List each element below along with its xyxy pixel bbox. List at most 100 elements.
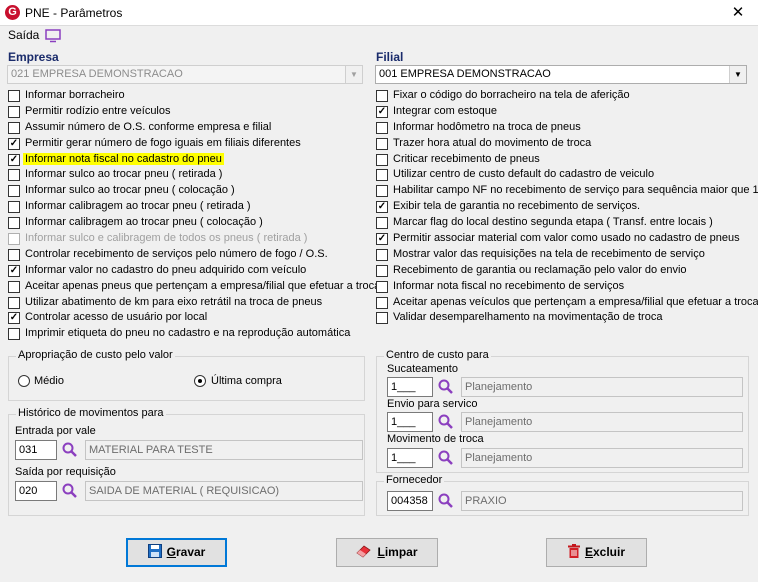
checkbox-label: Permitir associar material com valor com… <box>393 232 740 245</box>
monitor-icon[interactable] <box>45 29 61 43</box>
checkbox[interactable] <box>376 169 388 182</box>
chevron-down-icon[interactable]: ▼ <box>729 66 746 83</box>
empresa-select[interactable]: 021 EMPRESA DEMONSTRACAO ▼ <box>7 65 363 84</box>
checkbox[interactable]: ✓ <box>376 233 388 246</box>
checkbox <box>8 233 20 246</box>
entrada-code-input[interactable]: 031 <box>15 440 57 460</box>
checkbox[interactable] <box>376 296 388 309</box>
checkbox-row-informar-valor-no-cadastro-do-pneu-adqui[interactable]: ✓ Informar valor no cadastro do pneu adqu… <box>8 263 373 279</box>
checkbox-row-aceitar-apenas-pneus-que-pertencam-a-emp[interactable]: Aceitar apenas pneus que pertençam a emp… <box>8 279 380 295</box>
trash-icon <box>567 544 580 559</box>
checkbox-label: Informar sulco ao trocar pneu ( colocaçã… <box>25 184 235 197</box>
close-button[interactable]: ✕ <box>718 0 758 26</box>
checkbox-row-fixar-o-codigo-do-borracheiro-na-tela-de[interactable]: Fixar o código do borracheiro na tela de… <box>376 88 754 104</box>
delete-button[interactable]: Excluir <box>546 538 647 567</box>
checkbox[interactable] <box>8 105 20 118</box>
checkbox[interactable]: ✓ <box>376 105 388 118</box>
menu-exit[interactable]: Saída <box>8 28 39 42</box>
checkbox[interactable] <box>8 296 20 309</box>
checkbox[interactable] <box>376 248 388 261</box>
checkbox-label: Assumir número de O.S. conforme empresa … <box>25 120 272 133</box>
checkbox-row-habilitar-campo-nf-no-recebimento-de-ser[interactable]: Habilitar campo NF no recebimento de ser… <box>376 183 758 199</box>
checkbox[interactable] <box>376 312 388 325</box>
radio-medio-label: Médio <box>34 375 64 387</box>
checkbox-row-trazer-hora-atual-do-movimento-de-troca[interactable]: Trazer hora atual do movimento de troca <box>376 136 754 152</box>
checkbox-row-informar-nota-fiscal-no-recebimento-de-s[interactable]: Informar nota fiscal no recebimento de s… <box>376 279 754 295</box>
checkbox-row-informar-calibragem-ao-trocar-pneu-retir[interactable]: Informar calibragem ao trocar pneu ( ret… <box>8 199 373 215</box>
checkbox-label: Informar calibragem ao trocar pneu ( ret… <box>25 200 251 213</box>
checkbox-label: Informar nota fiscal no cadastro do pneu <box>23 152 224 165</box>
search-icon[interactable] <box>437 413 455 431</box>
checkbox[interactable] <box>8 169 20 182</box>
checkbox-row-informar-sulco-ao-trocar-pneu-colocacao[interactable]: Informar sulco ao trocar pneu ( colocaçã… <box>8 183 373 199</box>
checkbox[interactable] <box>8 328 20 341</box>
radio-ultima-compra-label: Última compra <box>211 375 282 387</box>
checkbox-row-mostrar-valor-das-requisicoes-na-tela-de[interactable]: Mostrar valor das requisições na tela de… <box>376 247 754 263</box>
checkbox[interactable]: ✓ <box>8 153 20 166</box>
checkbox-row-assumir-numero-de-o-s-conforme-empresa-e[interactable]: Assumir número de O.S. conforme empresa … <box>8 120 373 136</box>
checkbox[interactable] <box>376 121 388 134</box>
checkbox-row-permitir-rodizio-entre-veiculos[interactable]: Permitir rodízio entre veículos <box>8 104 373 120</box>
search-icon[interactable] <box>61 482 79 500</box>
checkbox-row-informar-borracheiro[interactable]: Informar borracheiro <box>8 88 373 104</box>
movimento-code-input[interactable]: 1___ <box>387 448 433 468</box>
checkbox-row-imprimir-etiqueta-do-pneu-no-cadastro-e-[interactable]: Imprimir etiqueta do pneu no cadastro e … <box>8 326 373 342</box>
checkbox[interactable] <box>376 264 388 277</box>
sucateamento-code-input[interactable]: 1___ <box>387 377 433 397</box>
checkbox-row-controlar-recebimento-de-servicos-pelo-n[interactable]: Controlar recebimento de serviços pelo n… <box>8 247 373 263</box>
checkbox[interactable]: ✓ <box>8 137 20 150</box>
checkbox[interactable]: ✓ <box>8 264 20 277</box>
search-icon[interactable] <box>437 378 455 396</box>
checkbox[interactable] <box>8 201 20 214</box>
checkbox-label: Aceitar apenas pneus que pertençam a emp… <box>25 279 381 292</box>
checkbox[interactable] <box>376 137 388 150</box>
checkbox[interactable] <box>8 185 20 198</box>
checkbox-row-aceitar-apenas-veiculos-que-pertencam-a-[interactable]: Aceitar apenas veículos que pertençam a … <box>376 295 758 311</box>
checkbox-row-informar-nota-fiscal-no-cadastro-do-pneu[interactable]: ✓ Informar nota fiscal no cadastro do pne… <box>8 152 373 168</box>
checkbox[interactable] <box>376 280 388 293</box>
checkbox[interactable] <box>8 217 20 230</box>
checkbox[interactable] <box>8 90 20 102</box>
checkbox[interactable] <box>8 248 20 261</box>
checkbox-row-controlar-acesso-de-usuario-por-local[interactable]: ✓ Controlar acesso de usuário por local <box>8 310 373 326</box>
fornecedor-code-input[interactable]: 004358 <box>387 491 433 511</box>
checkbox-label: Aceitar apenas veículos que pertençam a … <box>393 295 758 308</box>
clear-button[interactable]: Limpar <box>336 538 438 567</box>
envio-code-input[interactable]: 1___ <box>387 412 433 432</box>
checkbox-row-marcar-flag-do-local-destino-segunda-eta[interactable]: Marcar flag do local destino segunda eta… <box>376 215 754 231</box>
checkbox-label: Informar hodômetro na troca de pneus <box>393 120 581 133</box>
checkbox-row-recebimento-de-garantia-ou-reclamacao-pe[interactable]: Recebimento de garantia ou reclamação pe… <box>376 263 754 279</box>
checkbox-label: Recebimento de garantia ou reclamação pe… <box>393 263 687 276</box>
saida-code-input[interactable]: 020 <box>15 481 57 501</box>
checkbox-row-informar-hodometro-na-troca-de-pneus[interactable]: Informar hodômetro na troca de pneus <box>376 120 754 136</box>
checkbox-row-exibir-tela-de-garantia-no-recebimento-d[interactable]: ✓ Exibir tela de garantia no recebimento … <box>376 199 754 215</box>
search-icon[interactable] <box>61 441 79 459</box>
checkbox[interactable]: ✓ <box>376 201 388 214</box>
checkbox[interactable]: ✓ <box>8 312 20 325</box>
empresa-value: 021 EMPRESA DEMONSTRACAO <box>11 68 183 80</box>
search-icon[interactable] <box>437 492 455 510</box>
radio-ultima-compra[interactable] <box>194 375 206 387</box>
checkbox-row-informar-calibragem-ao-trocar-pneu-coloc[interactable]: Informar calibragem ao trocar pneu ( col… <box>8 215 373 231</box>
checkbox-row-criticar-recebimento-de-pneus[interactable]: Criticar recebimento de pneus <box>376 152 754 168</box>
checkbox-row-permitir-associar-material-com-valor-com[interactable]: ✓ Permitir associar material com valor co… <box>376 231 754 247</box>
checkbox-row-validar-desemparelhamento-na-movimentaca[interactable]: Validar desemparelhamento na movimentaçã… <box>376 310 754 326</box>
checkbox-row-permitir-gerar-numero-de-fogo-iguais-em-[interactable]: ✓ Permitir gerar número de fogo iguais em… <box>8 136 373 152</box>
checkbox-row-informar-sulco-ao-trocar-pneu-retirada[interactable]: Informar sulco ao trocar pneu ( retirada… <box>8 167 373 183</box>
checkbox[interactable] <box>8 280 20 293</box>
search-icon[interactable] <box>437 449 455 467</box>
title-bar: G PNE - Parâmetros ✕ <box>0 0 758 26</box>
checkbox[interactable] <box>8 121 20 134</box>
radio-medio[interactable] <box>18 375 30 387</box>
checkbox-row-integrar-com-estoque[interactable]: ✓ Integrar com estoque <box>376 104 754 120</box>
checkbox[interactable] <box>376 217 388 230</box>
checkbox-row-utilizar-abatimento-de-km-para-eixo-retr[interactable]: Utilizar abatimento de km para eixo retr… <box>8 295 373 311</box>
saida-desc-field: SAIDA DE MATERIAL ( REQUISICAO) <box>85 481 363 501</box>
save-button[interactable]: Gravar <box>126 538 227 567</box>
checkbox[interactable] <box>376 90 388 102</box>
checkbox-row-utilizar-centro-de-custo-default-do-cada[interactable]: Utilizar centro de custo default do cada… <box>376 167 754 183</box>
checkbox[interactable] <box>376 185 388 198</box>
checkbox[interactable] <box>376 153 388 166</box>
filial-label: Filial <box>376 50 404 64</box>
filial-select[interactable]: 001 EMPRESA DEMONSTRACAO ▼ <box>375 65 747 84</box>
